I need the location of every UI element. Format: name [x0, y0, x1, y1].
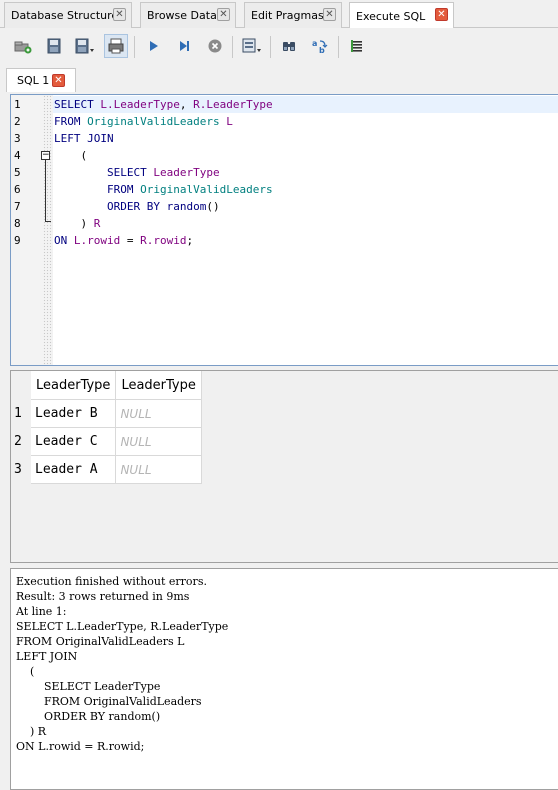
results-grid[interactable]: LeaderType LeaderType 1 Leader B NULL 2 … [10, 370, 558, 563]
save-results-button[interactable] [240, 34, 264, 58]
fold-guide-end [45, 221, 51, 222]
close-icon[interactable]: ✕ [217, 8, 230, 21]
row-header[interactable]: 3 [11, 455, 31, 484]
results-table: LeaderType LeaderType 1 Leader B NULL 2 … [11, 371, 202, 484]
column-header[interactable]: LeaderType [115, 371, 202, 400]
save-sql-file-button[interactable] [73, 34, 97, 58]
table-cell[interactable]: Leader A [31, 455, 117, 484]
table-row[interactable]: 1 Leader B NULL [11, 399, 202, 428]
close-icon[interactable]: ✕ [435, 8, 448, 21]
results-view-icon [242, 38, 261, 53]
line-number: 6 [14, 183, 21, 196]
sql-editor[interactable]: 1 2 3 4 5 6 7 8 9 − SELECT L.LeaderType,… [10, 94, 558, 366]
fold-guide [45, 160, 46, 222]
find-text-button[interactable] [277, 34, 301, 58]
play-icon [150, 41, 158, 51]
print-icon [108, 38, 124, 54]
code-line-2: FROM OriginalValidLeaders L [54, 115, 233, 128]
toolbar-separator [232, 36, 233, 58]
line-number: 2 [14, 115, 21, 128]
tab-label: SQL 1 [17, 74, 50, 87]
close-icon[interactable]: ✕ [113, 8, 126, 21]
find-replace-icon: ab [312, 39, 328, 55]
code-line-1: SELECT L.LeaderType, R.LeaderType [54, 98, 273, 111]
print-button[interactable] [104, 34, 128, 58]
table-row[interactable]: 2 Leader C NULL [11, 427, 202, 456]
stop-execution-button[interactable] [203, 34, 227, 58]
comment-lines-button[interactable] [345, 34, 369, 58]
code-line-8: ) R [54, 217, 101, 230]
stop-icon [208, 39, 222, 53]
close-icon[interactable]: ✕ [52, 74, 65, 87]
tab-label: Database Structure [11, 9, 119, 22]
line-number: 4 [14, 149, 21, 162]
fold-margin [43, 95, 53, 365]
line-number: 9 [14, 234, 21, 247]
find-replace-button[interactable]: ab [308, 34, 332, 58]
code-line-3: LEFT JOIN [54, 132, 114, 145]
row-header[interactable]: 1 [11, 399, 31, 428]
tab-label: Browse Data [147, 9, 217, 22]
table-cell[interactable]: NULL [115, 455, 202, 484]
sql-tab-bar: SQL 1 ✕ [0, 68, 558, 92]
code-line-9: ON L.rowid = R.rowid; [54, 234, 194, 247]
execution-message-pane[interactable]: Execution finished without errors. Resul… [10, 568, 558, 790]
code-line-4: ( [54, 149, 88, 162]
save-file-icon [75, 38, 94, 54]
code-line-6: FROM OriginalValidLeaders [106, 183, 273, 196]
tab-label: Edit Pragmas [251, 9, 324, 22]
toolbar-separator [134, 36, 135, 58]
execute-all-button[interactable] [141, 34, 165, 58]
line-number: 1 [14, 98, 21, 111]
svg-text:a: a [312, 39, 317, 48]
main-tab-bar: Database Structure ✕ Browse Data ✕ Edit … [0, 0, 558, 29]
column-header[interactable]: LeaderType [31, 371, 117, 400]
line-number: 5 [14, 166, 21, 179]
code-line-7: ORDER BY random() [106, 200, 220, 213]
toolbar-separator [270, 36, 271, 58]
tab-execute-sql[interactable]: Execute SQL ✕ [349, 2, 454, 29]
new-tab-icon [14, 41, 32, 54]
fold-toggle-icon[interactable]: − [41, 151, 50, 160]
open-tab-button[interactable] [11, 34, 35, 58]
execute-current-line-button[interactable] [172, 34, 196, 58]
line-number: 3 [14, 132, 21, 145]
corner-cell [11, 371, 31, 400]
execution-message: Execution finished without errors. Resul… [16, 575, 229, 753]
tab-edit-pragmas[interactable]: Edit Pragmas ✕ [244, 2, 342, 28]
svg-text:b: b [319, 46, 325, 55]
tab-label: Execute SQL [356, 9, 426, 23]
row-header[interactable]: 2 [11, 427, 31, 456]
toolbar: ab [0, 28, 558, 66]
tab-browse-data[interactable]: Browse Data ✕ [140, 2, 236, 28]
close-icon[interactable]: ✕ [323, 8, 336, 21]
code-line-5: SELECT LeaderType [106, 166, 220, 179]
open-sql-file-button[interactable] [42, 34, 66, 58]
table-row[interactable]: 3 Leader A NULL [11, 455, 202, 484]
table-cell[interactable]: NULL [115, 399, 202, 428]
comment-lines-icon [351, 40, 362, 52]
open-file-icon [47, 38, 61, 54]
table-cell[interactable]: Leader B [31, 399, 117, 428]
table-cell[interactable]: NULL [115, 427, 202, 456]
step-play-icon [180, 41, 189, 51]
toolbar-separator [338, 36, 339, 58]
tab-sql-1[interactable]: SQL 1 ✕ [6, 68, 76, 92]
line-number: 7 [14, 200, 21, 213]
line-number: 8 [14, 217, 21, 230]
find-binoculars-icon [283, 42, 295, 51]
tab-database-structure[interactable]: Database Structure ✕ [4, 2, 132, 28]
table-cell[interactable]: Leader C [31, 427, 117, 456]
